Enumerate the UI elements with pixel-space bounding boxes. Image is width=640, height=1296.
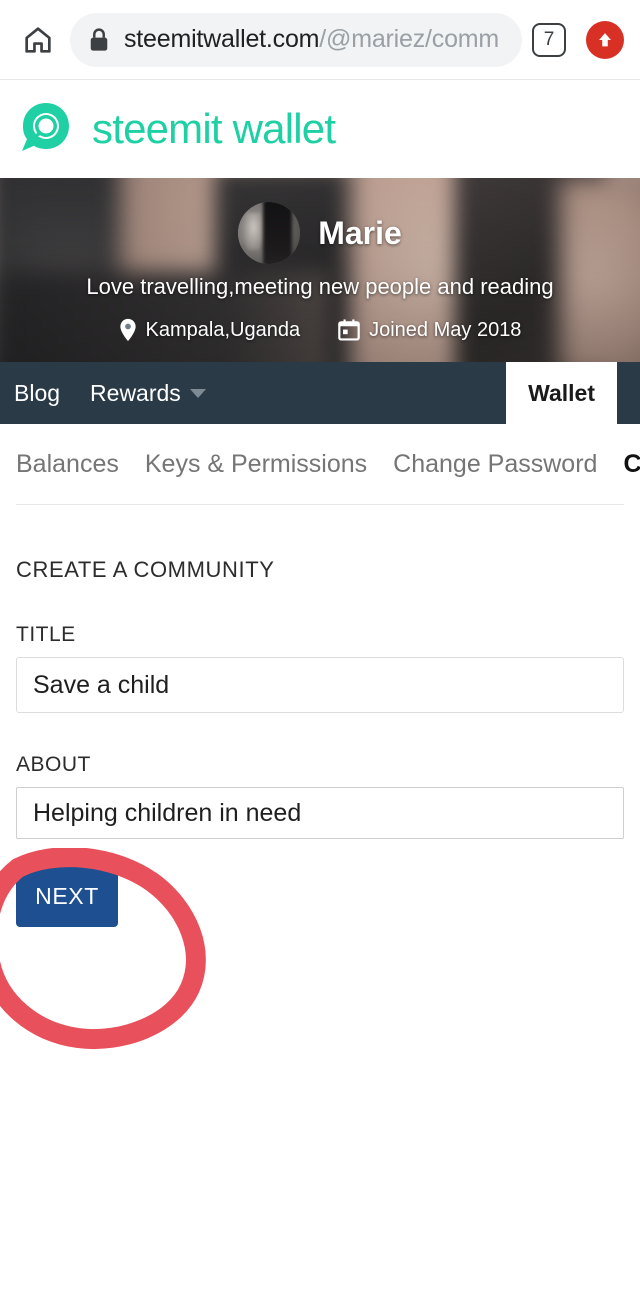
profile-joined: Joined May 2018	[338, 319, 521, 342]
about-input[interactable]: Helping children in need	[16, 787, 624, 839]
update-button[interactable]	[586, 20, 624, 59]
title-field-label: TITLE	[16, 623, 76, 646]
profile-cover: Marie Love travelling,meeting new people…	[0, 178, 640, 362]
tab-change-password[interactable]: Change Password	[393, 450, 597, 479]
address-bar[interactable]: steemitwallet.com/@mariez/comm	[70, 12, 522, 67]
lock-icon	[88, 27, 110, 53]
next-button[interactable]: NEXT	[16, 865, 118, 927]
url-text: steemitwallet.com/@mariez/comm	[124, 25, 499, 54]
site-logo-text[interactable]: steemit wallet	[92, 105, 336, 153]
page-root: steemitwallet.com/@mariez/comm 7 steemit…	[0, 0, 640, 1296]
tab-keys-permissions[interactable]: Keys & Permissions	[145, 450, 367, 479]
home-button[interactable]	[10, 12, 66, 68]
wallet-subtabs: Balances Keys & Permissions Change Passw…	[0, 424, 640, 504]
nav-item-rewards-label: Rewards	[90, 379, 181, 406]
home-icon	[25, 26, 51, 53]
about-input-value: Helping children in need	[33, 798, 302, 827]
form-section-title: CREATE A COMMUNITY	[16, 557, 275, 582]
profile-bio: Love travelling,meeting new people and r…	[86, 274, 554, 299]
tab-count-label: 7	[543, 28, 555, 50]
page-title: Marie	[318, 214, 402, 251]
avatar[interactable]	[238, 202, 301, 264]
nav-item-rewards[interactable]: Rewards	[90, 380, 206, 407]
profile-nav-links: Blog Rewards	[0, 380, 206, 407]
steemit-logo-icon[interactable]	[16, 99, 76, 159]
profile-location: Kampala,Uganda	[119, 318, 301, 342]
nav-item-blog-label: Blog	[14, 379, 61, 406]
nav-item-blog[interactable]: Blog	[14, 380, 60, 407]
profile-identity: Marie	[0, 202, 640, 264]
about-field-label: ABOUT	[16, 753, 91, 776]
profile-location-label: Kampala,Uganda	[145, 318, 301, 341]
url-domain: steemitwallet.com	[124, 25, 320, 53]
map-pin-icon	[119, 318, 136, 342]
nav-item-wallet[interactable]: Wallet	[506, 362, 617, 424]
calendar-icon	[338, 319, 360, 341]
title-input-value: Save a child	[33, 670, 170, 699]
profile-joined-label: Joined May 2018	[369, 318, 522, 341]
tab-counter-button[interactable]: 7	[532, 22, 566, 57]
title-input[interactable]: Save a child	[16, 657, 624, 713]
browser-toolbar: steemitwallet.com/@mariez/comm 7	[0, 0, 640, 80]
profile-nav: Blog Rewards Wallet	[0, 362, 640, 424]
tab-communities[interactable]: Communities	[623, 450, 640, 479]
create-community-form: CREATE A COMMUNITY TITLE Save a child AB…	[0, 505, 640, 927]
upload-arrow-icon	[599, 32, 611, 46]
site-header: steemit wallet	[0, 80, 640, 178]
nav-item-wallet-label: Wallet	[528, 379, 595, 406]
tab-balances[interactable]: Balances	[16, 450, 119, 479]
url-path: /@mariez/comm	[319, 25, 500, 53]
profile-meta: Kampala,Uganda Joined May 2018	[0, 318, 640, 342]
chevron-down-icon	[189, 388, 206, 398]
